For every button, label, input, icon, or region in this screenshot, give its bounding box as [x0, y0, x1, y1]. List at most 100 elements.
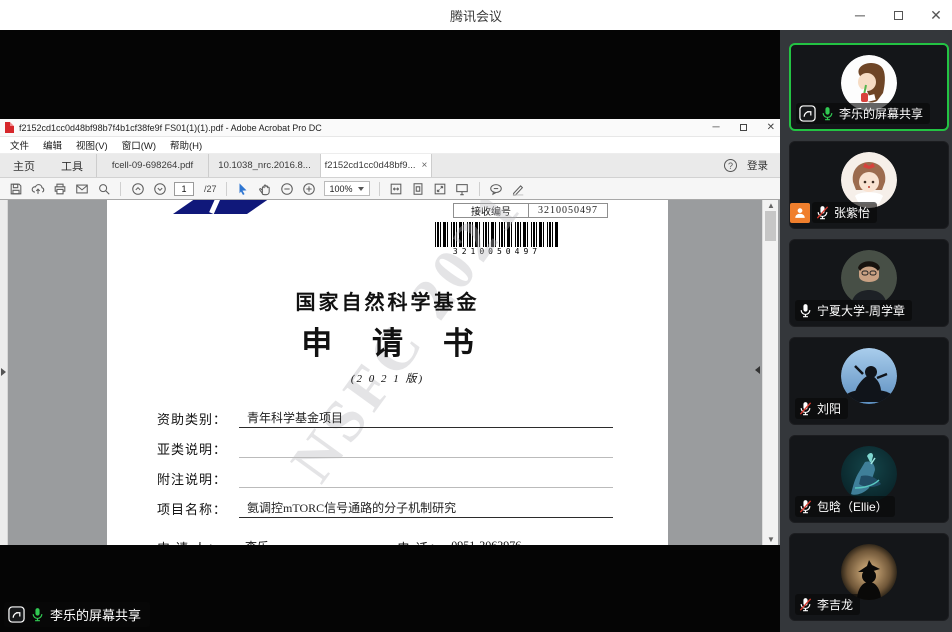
participant-tile[interactable]: 李吉龙: [789, 533, 949, 621]
close-button[interactable]: ✕: [928, 7, 944, 23]
menu-file[interactable]: 文件: [3, 138, 36, 152]
fit-width-icon[interactable]: [389, 181, 404, 196]
comment-icon[interactable]: [489, 181, 504, 196]
reading-mode-icon[interactable]: [455, 181, 470, 196]
form-row: 项目名称：氨调控mTORC信号通路的分子机制研究: [157, 500, 613, 518]
login-button[interactable]: 登录: [747, 158, 768, 173]
barcode-number: 3210050497: [435, 247, 559, 256]
zoom-out-icon[interactable]: [280, 181, 295, 196]
participant-name: 李吉龙: [817, 596, 853, 613]
field-value: 青年科学基金项目: [239, 409, 613, 428]
expand-panel-icon[interactable]: [1, 368, 6, 376]
participant-name: 张紫怡: [834, 204, 870, 221]
acrobat-menubar: 文件编辑视图(V)窗口(W)帮助(H): [0, 137, 780, 154]
avatar-cartoon-girl-red-bow: [841, 152, 897, 208]
fit-page-icon[interactable]: [411, 181, 426, 196]
help-icon[interactable]: ?: [724, 159, 737, 172]
field-value: [239, 456, 613, 458]
barcode: 3210050497: [435, 222, 559, 256]
participant-name: 刘阳: [817, 400, 841, 417]
avatar-man-photo: [841, 250, 897, 306]
applicant-label: 申 请 人：: [157, 538, 239, 545]
form-row: 附注说明：: [157, 470, 613, 488]
nsfc-logo: [173, 200, 273, 214]
participant-name: 包晗（Ellie）: [817, 498, 888, 515]
email-icon[interactable]: [74, 181, 89, 196]
menu-help[interactable]: 帮助(H): [163, 138, 209, 152]
share-status-chip: 李乐的屏幕共享: [4, 602, 150, 627]
print-icon[interactable]: [52, 181, 67, 196]
zoom-level-dropdown[interactable]: 100%: [324, 181, 370, 196]
field-label: 资助类别：: [157, 409, 239, 428]
receipt-label: 接收编号: [453, 203, 529, 218]
page-number-input[interactable]: 1: [174, 182, 194, 196]
acrobat-window-title: f2152cd1cc0d48bf98b7f4b1cf38fe9f FS01(1)…: [19, 123, 322, 133]
meeting-titlebar: 腾讯会议 ─ ✕: [0, 0, 952, 30]
document-org-title: 国家自然科学基金: [107, 286, 668, 315]
mic-muted-icon: [798, 597, 813, 612]
menu-edit[interactable]: 编辑: [36, 138, 69, 152]
participant-tile[interactable]: 李乐的屏幕共享: [789, 43, 949, 131]
tab-home[interactable]: 主页: [0, 154, 48, 177]
participant-name: 宁夏大学-周学章: [817, 302, 905, 319]
field-value: 氨调控mTORC信号通路的分子机制研究: [239, 499, 613, 518]
document-tab-2[interactable]: f2152cd1cc0d48bf9...×: [320, 154, 432, 177]
chevron-down-icon: [358, 187, 364, 191]
avatar-silhouette-hat-moon: [841, 544, 897, 600]
scroll-up-icon[interactable]: ▲: [763, 201, 779, 210]
participant-tile[interactable]: 宁夏大学-周学章: [789, 239, 949, 327]
next-page-icon[interactable]: [152, 181, 167, 196]
mic-icon: [820, 106, 835, 121]
mic-muted-icon: [798, 401, 813, 416]
highlight-pen-icon[interactable]: [511, 181, 526, 196]
cloud-upload-icon[interactable]: [30, 181, 45, 196]
hand-tool-icon[interactable]: [258, 181, 273, 196]
menu-view[interactable]: 视图(V): [69, 138, 115, 152]
phone-label: 电 话：: [397, 538, 443, 545]
save-icon[interactable]: [8, 181, 23, 196]
scroll-down-icon[interactable]: ▼: [763, 535, 779, 544]
participant-tile[interactable]: 张紫怡: [789, 141, 949, 229]
tencent-meeting-window: 腾讯会议 ─ ✕ f2152cd1cc0d48bf98b7f4b1cf38fe9…: [0, 0, 952, 632]
phone-value: 0951-2062976: [443, 538, 583, 545]
tab-tools[interactable]: 工具: [48, 154, 96, 177]
select-tool-icon[interactable]: [236, 181, 251, 196]
applicant-value: 李乐: [239, 538, 369, 545]
acrobat-restore-button[interactable]: [740, 124, 747, 131]
screen-share-stage: f2152cd1cc0d48bf98b7f4b1cf38fe9f FS01(1)…: [0, 30, 780, 632]
participants-sidebar: 李乐的屏幕共享张紫怡宁夏大学-周学章刘阳包晗（Ellie） 李吉龙: [780, 30, 952, 632]
acrobat-window: f2152cd1cc0d48bf98b7f4b1cf38fe9f FS01(1)…: [0, 119, 780, 545]
receipt-value: 3210050497: [528, 203, 608, 218]
page-total: /27: [204, 184, 217, 194]
member-badge-icon: [790, 203, 810, 223]
pdf-file-icon: [5, 122, 14, 133]
acrobat-minimize-button[interactable]: ─: [713, 122, 720, 133]
navigation-pane-strip[interactable]: [0, 200, 8, 545]
barcode-bars: [435, 222, 559, 247]
field-label: 附注说明：: [157, 469, 239, 488]
scrollbar-thumb[interactable]: [765, 211, 776, 241]
pdf-page: 接收编号 3210050497 3210050497 NSFC 2021 国家自…: [107, 200, 668, 545]
acrobat-close-button[interactable]: ✕: [767, 122, 775, 133]
participant-name: 李乐的屏幕共享: [839, 105, 923, 122]
document-tab-1[interactable]: 10.1038_nrc.2016.8...: [208, 154, 320, 177]
participant-tile[interactable]: 包晗（Ellie）: [789, 435, 949, 523]
field-label: 项目名称：: [157, 499, 239, 518]
search-icon[interactable]: [96, 181, 111, 196]
acrobat-tabbar: 主页 工具 fcell-09-698264.pdf10.1038_nrc.201…: [0, 154, 780, 178]
restore-button[interactable]: [890, 7, 906, 23]
previous-page-icon[interactable]: [130, 181, 145, 196]
vertical-scrollbar[interactable]: ▲ ▼: [762, 200, 778, 545]
zoom-in-icon[interactable]: [302, 181, 317, 196]
share-status-text: 李乐的屏幕共享: [50, 605, 141, 624]
participant-tile[interactable]: 刘阳: [789, 337, 949, 425]
field-label: 亚类说明：: [157, 439, 239, 458]
acrobat-toolbar: 1 /27 100%: [0, 178, 780, 200]
collapse-right-panel-icon[interactable]: [755, 366, 760, 374]
tab-close-icon[interactable]: ×: [420, 160, 428, 171]
minimize-button[interactable]: ─: [852, 7, 868, 23]
menu-window[interactable]: 窗口(W): [115, 138, 163, 152]
mic-muted-icon: [798, 499, 813, 514]
fullscreen-icon[interactable]: [433, 181, 448, 196]
document-tab-0[interactable]: fcell-09-698264.pdf: [96, 154, 208, 177]
